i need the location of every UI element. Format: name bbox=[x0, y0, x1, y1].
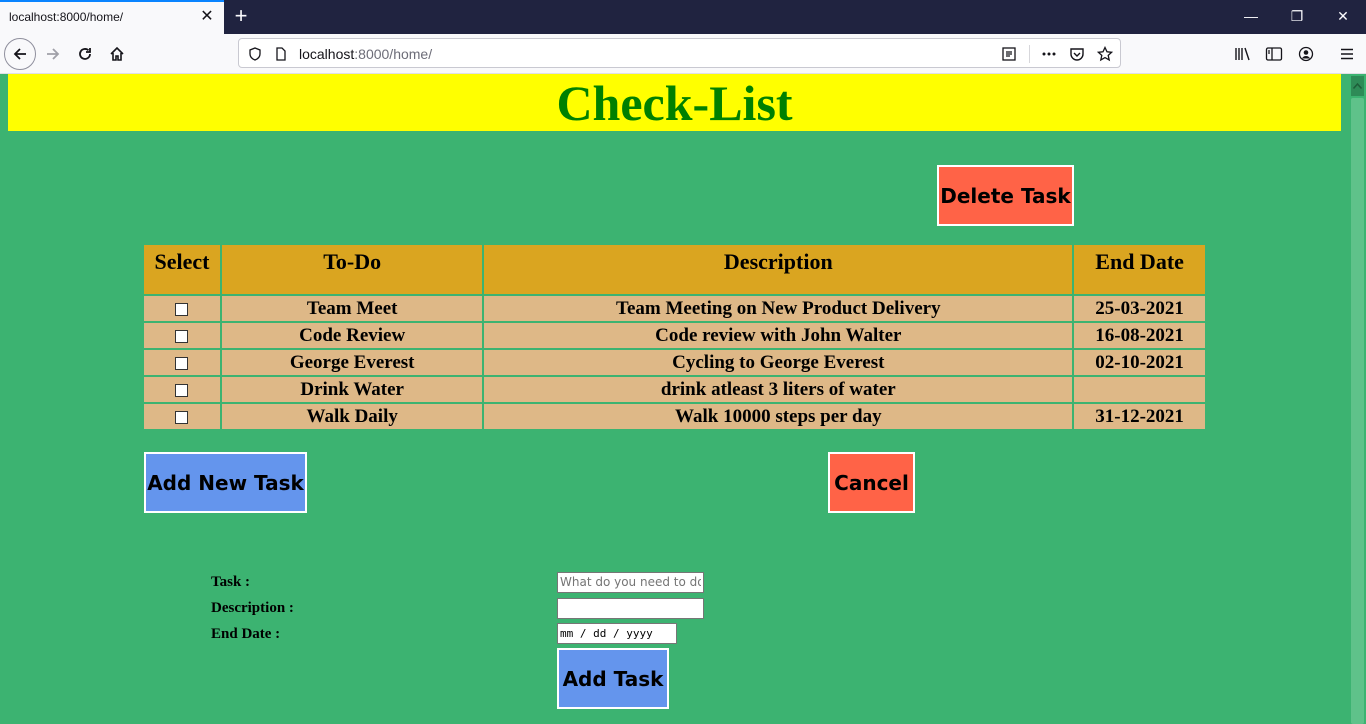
arrow-left-icon bbox=[13, 48, 26, 60]
tab-bar: localhost:8000/home/ ✕ + — ❐ ✕ bbox=[0, 0, 1366, 34]
description-cell: Cycling to George Everest bbox=[482, 348, 1075, 377]
scroll-up-icon[interactable] bbox=[1351, 76, 1364, 96]
end-date-cell: 25-03-2021 bbox=[1072, 294, 1207, 323]
task-input[interactable]: What do you need to do? bbox=[557, 572, 704, 593]
back-button[interactable] bbox=[4, 38, 36, 70]
end-date-input[interactable]: mm / dd / yyyy bbox=[557, 623, 677, 644]
table-row: Drink Water drink atleast 3 liters of wa… bbox=[142, 375, 1207, 404]
end-date-cell: 16-08-2021 bbox=[1072, 321, 1207, 350]
nav-bar: localhost:8000/home/ bbox=[0, 34, 1366, 74]
sidebar-icon[interactable] bbox=[1263, 43, 1285, 65]
scrollbar-thumb[interactable] bbox=[1351, 98, 1364, 724]
url-host: localhost bbox=[299, 46, 355, 62]
tab-title: localhost:8000/home/ bbox=[9, 10, 124, 24]
cancel-button[interactable]: Cancel bbox=[828, 452, 915, 513]
table-header-row: Select To-Do Description End Date bbox=[142, 243, 1207, 296]
close-tab-icon[interactable]: ✕ bbox=[198, 8, 216, 26]
task-table: Select To-Do Description End Date Team M… bbox=[142, 243, 1207, 431]
select-cell bbox=[142, 321, 222, 350]
task-input-placeholder: What do you need to do? bbox=[560, 575, 701, 589]
shield-icon[interactable] bbox=[245, 44, 265, 64]
select-cell bbox=[142, 348, 222, 377]
end-date-placeholder: mm / dd / yyyy bbox=[560, 627, 653, 640]
restore-icon[interactable]: ❐ bbox=[1274, 0, 1320, 34]
add-task-button[interactable]: Add Task bbox=[557, 648, 669, 709]
new-tab-icon[interactable]: + bbox=[230, 5, 252, 27]
header-end-date: End Date bbox=[1072, 243, 1207, 296]
task-label: Task : bbox=[211, 574, 251, 590]
todo-cell: Drink Water bbox=[219, 375, 485, 404]
description-cell: Team Meeting on New Product Delivery bbox=[482, 294, 1075, 323]
description-label: Description : bbox=[211, 600, 294, 616]
description-cell: Code review with John Walter bbox=[482, 321, 1075, 350]
menu-icon[interactable] bbox=[1336, 43, 1358, 65]
row-checkbox[interactable] bbox=[175, 329, 189, 343]
todo-cell: Team Meet bbox=[219, 294, 485, 323]
pocket-icon[interactable] bbox=[1067, 44, 1087, 64]
select-cell bbox=[142, 402, 222, 431]
delete-task-button[interactable]: Delete Task bbox=[937, 165, 1074, 226]
reader-view-icon[interactable] bbox=[999, 44, 1019, 64]
todo-cell: Code Review bbox=[219, 321, 485, 350]
table-row: Walk Daily Walk 10000 steps per day 31-1… bbox=[142, 402, 1207, 431]
end-date-cell: 02-10-2021 bbox=[1072, 348, 1207, 377]
end-date-label: End Date : bbox=[211, 626, 281, 642]
url-bar-divider bbox=[1029, 45, 1030, 63]
description-cell: Walk 10000 steps per day bbox=[482, 402, 1075, 431]
window-close-icon[interactable]: ✕ bbox=[1320, 0, 1366, 34]
arrow-right-icon bbox=[47, 48, 60, 60]
description-cell: drink atleast 3 liters of water bbox=[482, 375, 1075, 404]
description-input[interactable] bbox=[557, 598, 704, 619]
row-checkbox[interactable] bbox=[175, 383, 189, 397]
end-date-cell: 31-12-2021 bbox=[1072, 402, 1207, 431]
browser-tab[interactable]: localhost:8000/home/ ✕ bbox=[0, 0, 224, 34]
select-cell bbox=[142, 375, 222, 404]
add-new-task-button[interactable]: Add New Task bbox=[144, 452, 307, 513]
url-path: :8000/home/ bbox=[354, 46, 433, 62]
table-row: George Everest Cycling to George Everest… bbox=[142, 348, 1207, 377]
table-row: Code Review Code review with John Walter… bbox=[142, 321, 1207, 350]
row-checkbox[interactable] bbox=[175, 356, 189, 370]
home-icon bbox=[110, 46, 124, 61]
account-icon[interactable] bbox=[1295, 43, 1317, 65]
select-cell bbox=[142, 294, 222, 323]
url-bar[interactable]: localhost:8000/home/ bbox=[238, 38, 1121, 68]
library-icon[interactable] bbox=[1232, 43, 1254, 65]
page-title: Check-List bbox=[556, 75, 793, 131]
page-icon bbox=[271, 44, 291, 64]
header-select: Select bbox=[142, 243, 222, 296]
home-button[interactable] bbox=[101, 38, 133, 70]
forward-button[interactable] bbox=[37, 38, 69, 70]
todo-cell: George Everest bbox=[219, 348, 485, 377]
reload-button[interactable] bbox=[69, 38, 101, 70]
todo-cell: Walk Daily bbox=[219, 402, 485, 431]
header-description: Description bbox=[482, 243, 1075, 296]
minimize-icon[interactable]: — bbox=[1228, 0, 1274, 34]
end-date-cell bbox=[1072, 375, 1207, 404]
bookmark-star-icon[interactable] bbox=[1095, 44, 1115, 64]
reload-icon bbox=[79, 48, 91, 60]
url-text: localhost:8000/home/ bbox=[299, 46, 432, 62]
row-checkbox[interactable] bbox=[175, 410, 189, 424]
more-actions-icon[interactable] bbox=[1039, 44, 1059, 64]
row-checkbox[interactable] bbox=[175, 302, 189, 316]
page-header: Check-List bbox=[8, 74, 1341, 131]
table-row: Team Meet Team Meeting on New Product De… bbox=[142, 294, 1207, 323]
header-todo: To-Do bbox=[219, 243, 485, 296]
